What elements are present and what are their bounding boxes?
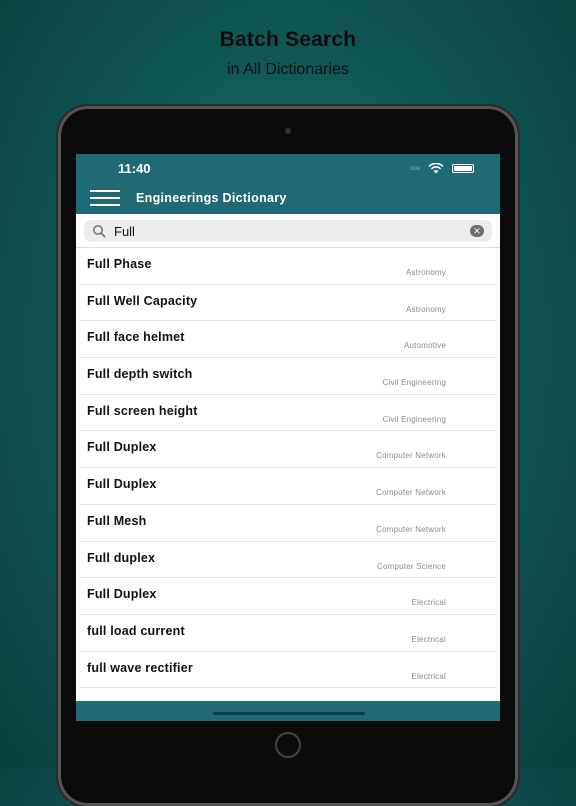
hamburger-menu-icon[interactable]	[90, 190, 120, 206]
list-item[interactable]: Full face helmet Automotive	[80, 321, 496, 359]
result-term: Full Duplex	[87, 440, 157, 455]
result-category: Computer Science	[376, 561, 446, 571]
list-item[interactable]: Full depth switch Civil Engineering	[80, 358, 496, 395]
list-item[interactable]: full wave rectifier Electrical	[80, 652, 496, 689]
promo-subtitle: in All Dictionaries	[227, 61, 349, 78]
result-category: Automotive	[403, 341, 446, 351]
result-term: Full Duplex	[87, 587, 157, 602]
tablet-frame: 11:40 ooo Engineerings Dictionary Full ✕…	[58, 106, 518, 806]
promo-title: Batch Search	[219, 28, 357, 51]
list-item[interactable]: full load current Electrical	[80, 615, 496, 652]
battery-icon	[452, 164, 474, 173]
result-category: Civil Engineering	[382, 378, 446, 388]
result-category: Computer Network	[376, 451, 446, 461]
list-item[interactable]: Full Well Capacity Astronomy	[80, 285, 496, 322]
app-footer	[76, 701, 500, 721]
result-category: Astronomy	[405, 304, 446, 314]
result-term: Full Mesh	[87, 513, 147, 528]
camera-icon	[285, 128, 291, 134]
result-category: Electrical	[411, 634, 446, 644]
home-indicator[interactable]	[213, 712, 365, 715]
app-screen: 11:40 ooo Engineerings Dictionary Full ✕…	[76, 154, 500, 721]
result-term: Full duplex	[87, 550, 156, 565]
status-icons: ooo	[410, 163, 474, 174]
search-icon	[93, 225, 106, 238]
app-header: 11:40 ooo Engineerings Dictionary	[76, 154, 500, 214]
search-input[interactable]	[114, 222, 454, 240]
list-item[interactable]: Full Duplex Computer Network	[80, 431, 496, 469]
list-item[interactable]: Full Phase Astronomy	[80, 248, 496, 285]
result-category: Civil Engineering	[382, 414, 446, 424]
result-term: full load current	[87, 623, 185, 638]
list-item[interactable]: Full Duplex Electrical	[80, 578, 496, 615]
result-category: Computer Network	[376, 524, 446, 534]
result-term: Full Well Capacity	[87, 293, 198, 308]
result-term: Full Phase	[87, 257, 152, 271]
result-term: Full depth switch	[87, 367, 193, 382]
status-time: 11:40	[118, 161, 151, 176]
wifi-icon	[428, 163, 444, 174]
list-item[interactable]: Full screen height Civil Engineering	[80, 395, 496, 432]
result-term: Full face helmet	[87, 330, 185, 345]
search-bar[interactable]: ✕	[84, 220, 492, 242]
signal-indicator: ooo	[409, 165, 420, 172]
result-category: Astronomy	[405, 268, 446, 277]
list-item[interactable]: Full Duplex Computer Network	[80, 468, 496, 505]
result-term: Full screen height	[87, 403, 198, 418]
result-term: full wave rectifier	[87, 660, 193, 675]
clear-icon[interactable]: ✕	[470, 225, 484, 237]
list-item[interactable]: Full Mesh Computer Network	[80, 505, 496, 542]
result-category: Electrical	[411, 671, 446, 681]
home-button[interactable]	[275, 732, 301, 758]
page-title: Engineerings Dictionary	[136, 191, 287, 205]
result-category: Computer Network	[376, 488, 446, 498]
result-category: Electrical	[411, 598, 446, 608]
result-term: Full Duplex	[87, 477, 157, 492]
results-list: Full Phase Astronomy Full Well Capacity Ast…	[76, 248, 500, 689]
list-item[interactable]: Full duplex Computer Science	[80, 542, 496, 579]
